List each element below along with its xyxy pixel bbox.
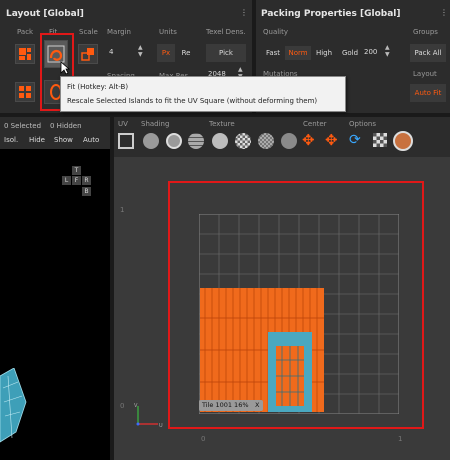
col-texel-label: Texel Dens.: [206, 28, 246, 36]
ruler-1-bottom: 1: [398, 435, 403, 443]
options-label: Options: [349, 120, 377, 128]
scale-button[interactable]: [78, 44, 98, 64]
uv-label: UV: [118, 120, 128, 128]
shading-label: Shading: [141, 120, 170, 128]
quality-high-button[interactable]: High: [312, 46, 336, 60]
tooltip-title: Fit (Hotkey: Alt-B): [67, 83, 129, 91]
auto-button[interactable]: Auto: [83, 136, 99, 144]
packing-panel-title: Packing Properties [Global]: [261, 9, 401, 19]
gold-value[interactable]: 200: [364, 48, 377, 56]
center-label: Center: [303, 120, 327, 128]
quality-gold-button[interactable]: Gold: [338, 46, 362, 60]
margin-value[interactable]: 4: [109, 48, 113, 56]
pack-all-button[interactable]: Pack All: [410, 44, 446, 62]
shading-wire-icon[interactable]: [166, 133, 182, 149]
center-pivot-icon[interactable]: ✥: [325, 131, 338, 149]
units-px-button[interactable]: Px: [157, 44, 175, 62]
quality-norm-button[interactable]: Norm: [285, 46, 311, 60]
texture-checker-icon[interactable]: [235, 133, 251, 149]
center-move-icon[interactable]: ✥: [302, 131, 315, 149]
isol-button[interactable]: Isol.: [4, 136, 18, 144]
svg-text:U: U: [159, 423, 163, 429]
pack-button[interactable]: [15, 44, 35, 64]
groups-label: Groups: [413, 28, 438, 36]
layout-panel-menu-icon[interactable]: ⋮: [240, 9, 248, 17]
pack-icon: [19, 48, 31, 60]
scale-icon: [81, 48, 94, 61]
view-cube-bottom[interactable]: B: [82, 187, 91, 196]
texture-label: Texture: [209, 120, 235, 128]
units-re-button[interactable]: Re: [177, 44, 195, 62]
tooltip-body: Rescale Selected Islands to fit the UV S…: [67, 97, 318, 105]
texture-grey-icon[interactable]: [281, 133, 297, 149]
view-cube-top[interactable]: T: [72, 166, 81, 175]
col-pack-label: Pack: [17, 28, 34, 36]
ruler-0-bottom: 0: [201, 435, 206, 443]
view-cube-front[interactable]: F: [72, 176, 81, 185]
uv-frame-icon[interactable]: [118, 133, 134, 149]
layout-panel-title: Layout [Global]: [6, 9, 84, 19]
quality-label: Quality: [263, 28, 289, 36]
texture-pattern-icon[interactable]: [258, 133, 274, 149]
mouse-cursor-icon: [60, 61, 70, 75]
packing-panel-menu-icon[interactable]: ⋮: [440, 9, 448, 17]
pack-grid-button[interactable]: [15, 82, 35, 102]
view-cube[interactable]: T L F R B: [57, 166, 101, 200]
shading-grid-icon[interactable]: [188, 133, 204, 149]
uv-square-highlight-box: [168, 181, 424, 429]
hidden-count: 0 Hidden: [50, 122, 82, 130]
margin-stepper-icon[interactable]: ▲ ▼: [138, 44, 143, 58]
texel-pick-button[interactable]: Pick: [206, 44, 246, 62]
quality-fast-button[interactable]: Fast: [262, 46, 284, 60]
gold-stepper-icon[interactable]: ▲ ▼: [385, 44, 390, 58]
mesh-3d-preview[interactable]: [0, 368, 30, 444]
ruler-1-left: 1: [120, 206, 125, 214]
show-button[interactable]: Show: [54, 136, 73, 144]
hide-button[interactable]: Hide: [29, 136, 45, 144]
options-material-icon[interactable]: [393, 131, 413, 151]
options-grid-icon[interactable]: [373, 133, 387, 147]
fit-tooltip: Fit (Hotkey: Alt-B) Rescale Selected Isl…: [60, 76, 346, 112]
ruler-0-left: 0: [120, 402, 125, 410]
pack-grid-icon: [19, 86, 31, 98]
layout-label: Layout: [413, 70, 437, 78]
shading-flat-icon[interactable]: [143, 133, 159, 149]
axis-gizmo-icon: V U: [134, 403, 163, 429]
col-scale-label: Scale: [79, 28, 98, 36]
col-margin-label: Margin: [107, 28, 131, 36]
selected-count: 0 Selected: [4, 122, 42, 130]
texture-solid-icon[interactable]: [212, 133, 228, 149]
options-sync-icon[interactable]: ⟳: [349, 131, 361, 149]
svg-text:V: V: [134, 403, 138, 409]
col-units-label: Units: [159, 28, 177, 36]
view-cube-right[interactable]: R: [82, 176, 91, 185]
view-cube-left[interactable]: L: [62, 176, 71, 185]
auto-fit-button[interactable]: Auto Fit: [410, 84, 446, 102]
